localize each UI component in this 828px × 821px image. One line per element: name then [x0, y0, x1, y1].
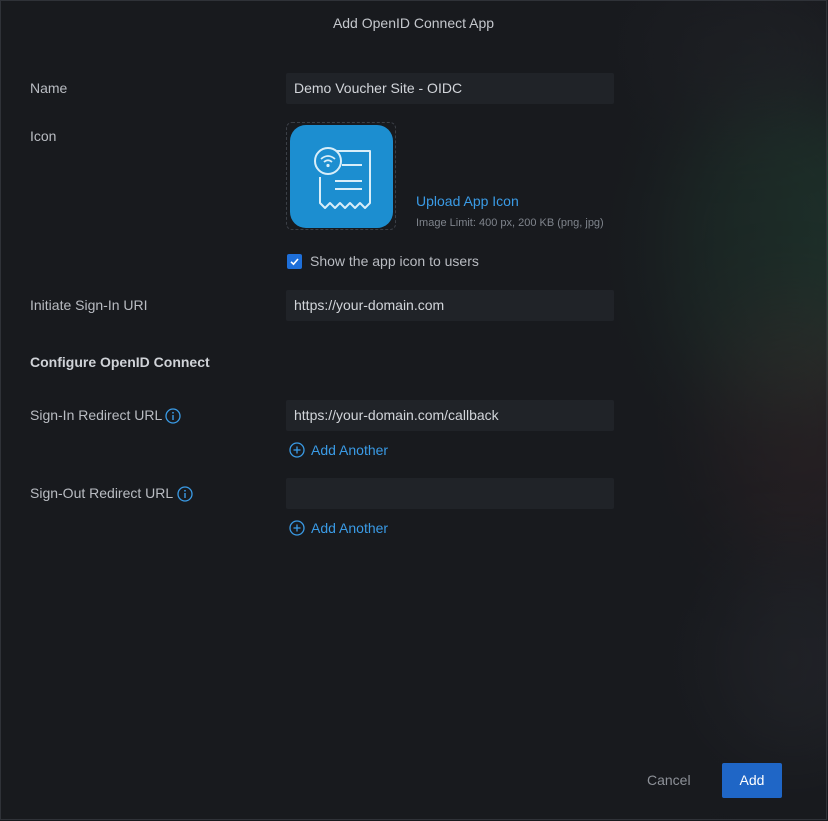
add-another-label: Add Another	[311, 442, 389, 458]
add-oidc-app-dialog: Add OpenID Connect App Name Demo Voucher…	[0, 0, 827, 820]
section-heading: Configure OpenID Connect	[30, 354, 210, 370]
initiate-signin-input[interactable]: https://your-domain.com	[286, 290, 614, 321]
upload-hint: Image Limit: 400 px, 200 KB (png, jpg)	[416, 217, 604, 229]
add-another-label: Add Another	[311, 520, 389, 536]
signout-redirect-input[interactable]	[286, 478, 614, 509]
checkmark-icon	[290, 258, 299, 266]
receipt-wifi-icon	[314, 147, 371, 209]
signin-redirect-input[interactable]: https://your-domain.com/callback	[286, 400, 614, 431]
info-icon[interactable]	[177, 486, 193, 502]
name-label: Name	[30, 80, 68, 96]
info-icon[interactable]	[165, 408, 181, 424]
plus-circle-icon	[289, 520, 305, 536]
show-icon-label: Show the app icon to users	[310, 253, 479, 269]
upload-app-icon-link[interactable]: Upload App Icon	[416, 193, 519, 209]
plus-circle-icon	[289, 442, 305, 458]
dialog-title: Add OpenID Connect App	[332, 15, 495, 31]
icon-label: Icon	[30, 128, 57, 144]
signout-redirect-label: Sign-Out Redirect URL	[30, 485, 174, 501]
signin-add-another-button[interactable]: Add Another	[289, 442, 388, 458]
app-icon-preview	[290, 125, 393, 228]
signin-redirect-label: Sign-In Redirect URL	[30, 407, 163, 423]
show-icon-checkbox[interactable]	[287, 254, 302, 269]
signout-add-another-button[interactable]: Add Another	[289, 520, 388, 536]
cancel-button[interactable]: Cancel	[647, 772, 691, 788]
name-input[interactable]: Demo Voucher Site - OIDC	[286, 73, 614, 104]
add-button[interactable]: Add	[722, 763, 782, 798]
app-icon-dropzone[interactable]	[286, 122, 396, 230]
initiate-signin-label: Initiate Sign-In URI	[30, 297, 148, 313]
